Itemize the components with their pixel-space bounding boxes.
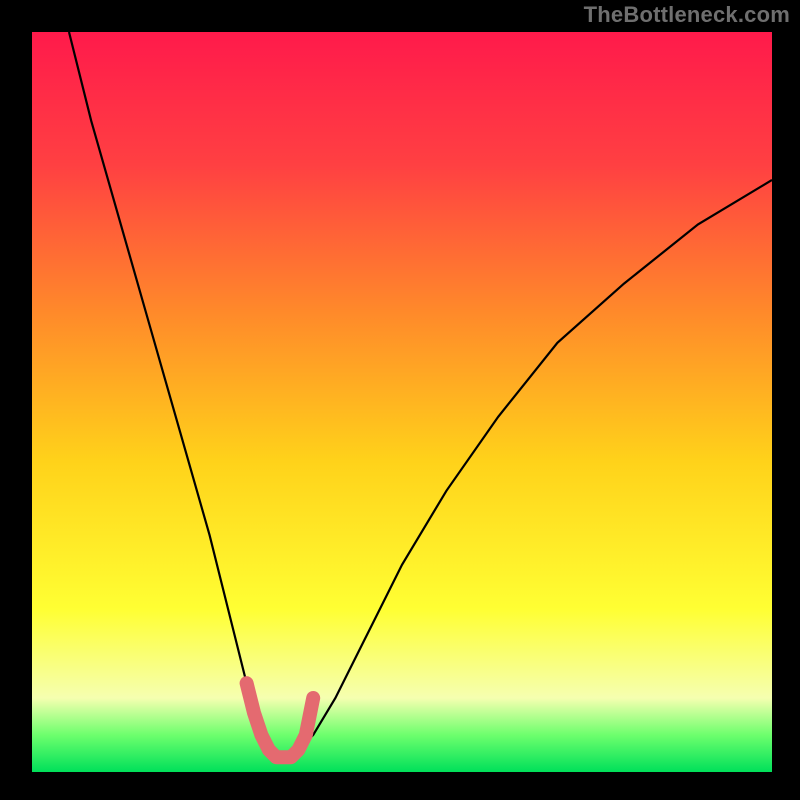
plot-area: [32, 32, 772, 772]
watermark-text: TheBottleneck.com: [584, 2, 790, 28]
chart-container: TheBottleneck.com: [0, 0, 800, 800]
gradient-background: [32, 32, 772, 772]
chart-svg: [32, 32, 772, 772]
